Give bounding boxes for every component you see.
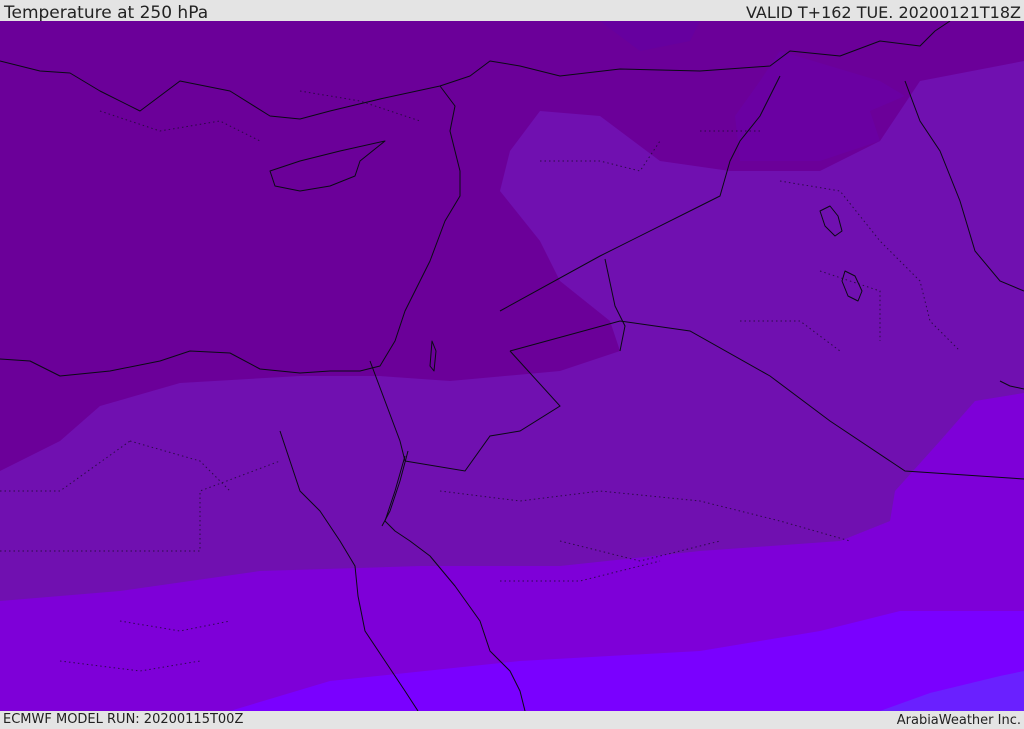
title-bar: Temperature at 250 hPa VALID T+162 TUE. … [0,0,1024,23]
footer-bar: ECMWF MODEL RUN: 20200115T00Z ArabiaWeat… [0,711,1024,729]
temperature-map [0,21,1024,711]
valid-time: VALID T+162 TUE. 20200121T18Z [745,3,1021,22]
map-title: Temperature at 250 hPa [4,3,209,23]
credit-label: ArabiaWeather Inc. [896,713,1021,728]
model-run-label: ECMWF MODEL RUN: 20200115T00Z [3,712,244,727]
